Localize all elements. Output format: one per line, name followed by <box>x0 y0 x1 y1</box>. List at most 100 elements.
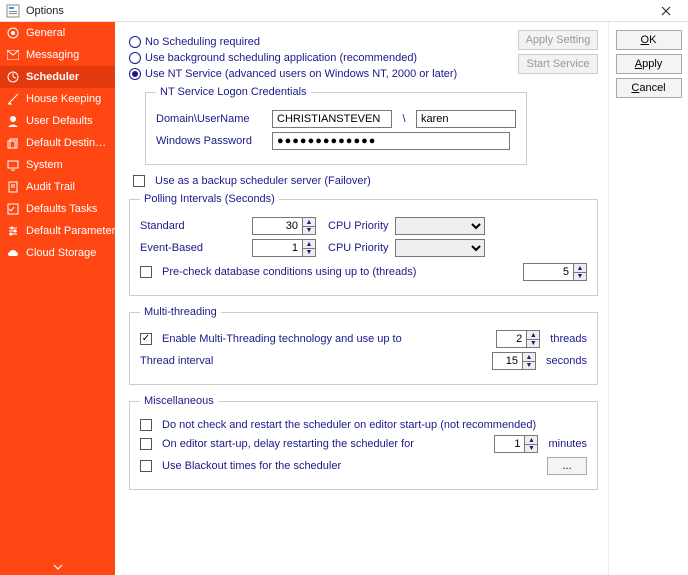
close-button[interactable] <box>650 0 682 22</box>
start-service-button[interactable]: Start Service <box>518 54 598 74</box>
destination-icon <box>6 136 20 150</box>
spin-up-icon[interactable]: ▲ <box>524 435 538 444</box>
apply-setting-button[interactable]: Apply Setting <box>518 30 598 50</box>
spin-down-icon[interactable]: ▼ <box>522 361 536 370</box>
backup-checkbox[interactable] <box>133 175 145 187</box>
params-icon <box>6 224 20 238</box>
blackout-checkbox[interactable] <box>140 460 152 472</box>
sidebar-item-label: Cloud Storage <box>26 247 96 259</box>
sidebar-item-audittrail[interactable]: Audit Trail <box>0 176 115 198</box>
mt-threads-value[interactable] <box>496 330 526 348</box>
sidebar-item-defaultdestinations[interactable]: Default Destinations <box>0 132 115 154</box>
precheck-checkbox[interactable] <box>140 266 152 278</box>
spin-down-icon[interactable]: ▼ <box>302 248 316 257</box>
minutes-label: minutes <box>548 438 587 450</box>
cpu-priority-label: CPU Priority <box>328 242 389 254</box>
system-icon <box>6 158 20 172</box>
seconds-label: seconds <box>546 355 587 367</box>
fieldset-misc: Miscellaneous Do not check and restart t… <box>129 395 598 490</box>
mt-threads-spinner[interactable]: ▲▼ <box>496 330 540 348</box>
thread-interval-label: Thread interval <box>140 355 213 367</box>
sidebar-item-label: Default Destinations <box>26 137 109 149</box>
sidebar-item-label: Audit Trail <box>26 181 75 193</box>
spin-up-icon[interactable]: ▲ <box>302 239 316 248</box>
radio-label: No Scheduling required <box>145 36 260 48</box>
legend-polling: Polling Intervals (Seconds) <box>140 193 279 205</box>
cpu-priority-standard[interactable] <box>395 217 485 235</box>
radio-icon <box>129 52 141 64</box>
sidebar: General Messaging Scheduler House Keepin… <box>0 22 115 575</box>
dialog-buttons: OK Apply Cancel <box>608 22 688 575</box>
precheck-value[interactable] <box>523 263 573 281</box>
sidebar-item-system[interactable]: System <box>0 154 115 176</box>
sidebar-item-label: House Keeping <box>26 93 101 105</box>
cancel-button[interactable]: Cancel <box>616 78 682 98</box>
username-input[interactable] <box>416 110 516 128</box>
sidebar-item-userdefaults[interactable]: User Defaults <box>0 110 115 132</box>
precheck-spinner[interactable]: ▲▼ <box>523 263 587 281</box>
broom-icon <box>6 92 20 106</box>
sidebar-item-defaultparameters[interactable]: Default Parameters <box>0 220 115 242</box>
event-value[interactable] <box>252 239 302 257</box>
spin-up-icon[interactable]: ▲ <box>522 352 536 361</box>
password-label: Windows Password <box>156 135 266 147</box>
cpu-priority-label: CPU Priority <box>328 220 389 232</box>
titlebar: Options <box>0 0 688 22</box>
sidebar-item-label: Scheduler <box>26 71 79 83</box>
blackout-browse-button[interactable]: ... <box>547 457 587 475</box>
legend-multithreading: Multi-threading <box>140 306 221 318</box>
sidebar-item-messaging[interactable]: Messaging <box>0 44 115 66</box>
mail-icon <box>6 48 20 62</box>
spin-down-icon[interactable]: ▼ <box>573 272 587 281</box>
domain-input[interactable] <box>272 110 392 128</box>
radio-icon <box>129 68 141 80</box>
threads-label: threads <box>550 333 587 345</box>
event-spinner[interactable]: ▲▼ <box>252 239 316 257</box>
clock-icon <box>6 70 20 84</box>
blackout-label: Use Blackout times for the scheduler <box>162 460 341 472</box>
delay-spinner[interactable]: ▲▼ <box>494 435 538 453</box>
window-title: Options <box>26 5 64 17</box>
apply-button[interactable]: Apply <box>616 54 682 74</box>
spin-up-icon[interactable]: ▲ <box>573 263 587 272</box>
spin-down-icon[interactable]: ▼ <box>526 339 540 348</box>
spin-up-icon[interactable]: ▲ <box>302 217 316 226</box>
mt-interval-value[interactable] <box>492 352 522 370</box>
no-restart-label: Do not check and restart the scheduler o… <box>162 419 536 431</box>
standard-label: Standard <box>140 220 210 232</box>
legend-nt: NT Service Logon Credentials <box>156 86 311 98</box>
app-icon <box>6 4 20 18</box>
spin-down-icon[interactable]: ▼ <box>524 444 538 453</box>
ok-button[interactable]: OK <box>616 30 682 50</box>
gear-icon <box>6 26 20 40</box>
password-input[interactable] <box>272 132 510 150</box>
radio-label: Use NT Service (advanced users on Window… <box>145 68 457 80</box>
standard-value[interactable] <box>252 217 302 235</box>
expand-icon[interactable] <box>0 559 115 575</box>
audit-icon <box>6 180 20 194</box>
mt-interval-spinner[interactable]: ▲▼ <box>492 352 536 370</box>
radio-label: Use background scheduling application (r… <box>145 52 417 64</box>
sidebar-item-label: Default Parameters <box>26 225 115 237</box>
cpu-priority-event[interactable] <box>395 239 485 257</box>
fieldset-polling: Polling Intervals (Seconds) Standard ▲▼ … <box>129 193 598 296</box>
sidebar-item-scheduler[interactable]: Scheduler <box>0 66 115 88</box>
fieldset-nt-credentials: NT Service Logon Credentials Domain\User… <box>145 86 527 165</box>
delay-label: On editor start-up, delay restarting the… <box>162 438 414 450</box>
backup-label: Use as a backup scheduler server (Failov… <box>155 175 371 187</box>
sidebar-item-housekeeping[interactable]: House Keeping <box>0 88 115 110</box>
tasks-icon <box>6 202 20 216</box>
sidebar-item-cloudstorage[interactable]: Cloud Storage <box>0 242 115 264</box>
no-restart-checkbox[interactable] <box>140 419 152 431</box>
event-label: Event-Based <box>140 242 210 254</box>
sidebar-item-general[interactable]: General <box>0 22 115 44</box>
delay-value[interactable] <box>494 435 524 453</box>
sidebar-item-defaultstasks[interactable]: Defaults Tasks <box>0 198 115 220</box>
sidebar-item-label: System <box>26 159 63 171</box>
standard-spinner[interactable]: ▲▼ <box>252 217 316 235</box>
main-panel: Apply Setting Start Service No Schedulin… <box>115 22 608 575</box>
delay-checkbox[interactable] <box>140 438 152 450</box>
enable-mt-checkbox[interactable] <box>140 333 152 345</box>
spin-up-icon[interactable]: ▲ <box>526 330 540 339</box>
spin-down-icon[interactable]: ▼ <box>302 226 316 235</box>
